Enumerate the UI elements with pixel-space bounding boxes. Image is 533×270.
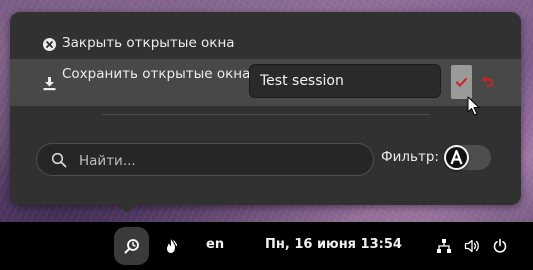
filter-toggle[interactable] [444,145,491,170]
clock[interactable]: Пн, 16 июня 13:54 [265,237,402,252]
volume-icon[interactable] [464,238,480,254]
save-windows-label: Сохранить открытые окна [62,66,251,82]
save-windows-menu-item[interactable]: Сохранить открытые окна [10,59,521,116]
taskbar: en Пн, 16 июня 13:54 [0,222,533,270]
close-windows-label: Закрыть открытые окна [62,35,235,51]
session-popup: Закрыть открытые окна Сохранить открытые… [10,12,521,205]
keyboard-layout-indicator[interactable]: en [206,237,224,252]
popup-pointer [117,203,137,213]
search-box[interactable] [36,143,374,176]
filter-label: Фильтр: [381,149,439,165]
close-circle-icon [42,37,57,52]
mouse-pointer-icon [467,96,480,116]
cancel-save-button[interactable] [480,73,496,89]
search-input[interactable] [77,149,361,173]
session-name-input[interactable] [249,64,441,98]
network-icon[interactable] [436,238,452,254]
filter-toggle-knob [444,145,469,170]
close-windows-menu-item[interactable]: Закрыть открытые окна [10,32,521,56]
letter-a-icon [445,146,468,169]
session-manager-applet[interactable] [114,227,149,265]
flame-icon[interactable] [164,238,180,254]
checkmark-icon [456,77,467,87]
power-icon[interactable] [492,238,508,254]
undo-icon [482,75,494,87]
download-icon [42,76,57,91]
session-manager-icon [124,238,140,254]
search-icon [51,152,67,168]
confirm-save-button[interactable] [451,65,472,99]
separator [102,114,430,115]
